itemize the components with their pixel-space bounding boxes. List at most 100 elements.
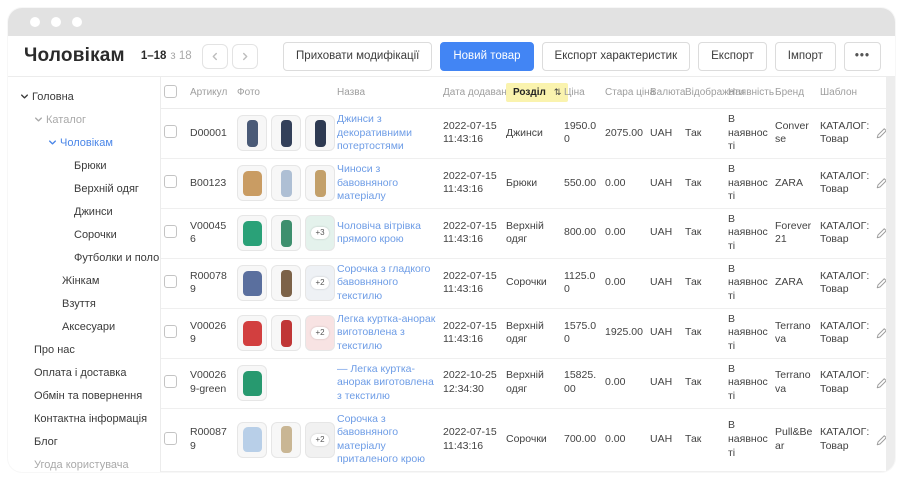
more-button[interactable]: ••• [844,42,881,71]
sidebar-item-брюки[interactable]: Брюки [8,154,160,177]
sidebar-item-футболки-и-поло[interactable]: Футболки и поло [8,246,160,269]
cell-value-currency: UAH [650,276,672,288]
photo-thumbnail[interactable]: +2 [305,315,335,351]
cell-sku: R000879 [187,408,234,472]
photo-thumbnail[interactable] [237,422,267,458]
sidebar-item-сорочки[interactable]: Сорочки [8,223,160,246]
cell-display: Так [682,258,725,308]
window-control-icon[interactable] [30,17,40,27]
cell-value-price: 15825.00 [564,369,596,395]
edit-button[interactable] [876,126,886,140]
photo-thumbnail[interactable]: +2 [305,265,335,301]
select-all-checkbox[interactable] [164,85,177,98]
model-photo [315,120,326,147]
product-name-link[interactable]: Сорочка з гладкого бавовняного текстилю [337,263,437,304]
hide-modifications-button[interactable]: Приховати модифікації [283,42,432,71]
product-name-link[interactable]: — Легка куртка-анорак виготовлена з текс… [337,363,437,404]
product-name-link[interactable]: Чоловіча вітрівка прямого крою [337,220,437,247]
photo-thumbnail[interactable] [271,115,301,151]
cell-date: 2022-07-15 11:43:16 [440,308,503,358]
sidebar-item-жінкам[interactable]: Жінкам [8,269,160,292]
window-control-icon[interactable] [51,17,61,27]
cell-value-currency: UAH [650,376,672,388]
photo-thumbnail[interactable] [271,165,301,201]
sort-icon[interactable]: ⇅ [554,88,562,97]
window-control-icon[interactable] [72,17,82,27]
photo-thumbnail[interactable]: +3 [305,215,335,251]
row-checkbox[interactable] [164,325,177,338]
cell-brand: Converse [772,109,817,159]
sidebar-item-джинси[interactable]: Джинси [8,200,160,223]
table-scrollbar[interactable] [886,77,895,472]
photo-thumbnail[interactable] [271,422,301,458]
photo-thumbnail[interactable] [237,115,267,151]
edit-button[interactable] [876,226,886,240]
export-characteristics-button[interactable]: Експорт характеристик [542,42,691,71]
cell-photo: +2 [234,258,334,308]
edit-button[interactable] [876,176,886,190]
column-header-brand: Бренд [772,77,817,109]
sidebar-item-взуття[interactable]: Взуття [8,292,160,315]
photo-thumbnail[interactable] [271,315,301,351]
photo-thumbnail[interactable] [271,215,301,251]
model-photo [247,120,258,147]
next-page-button[interactable] [232,44,258,69]
photo-thumbnail[interactable] [237,315,267,351]
sidebar-item-угода-користувача[interactable]: Угода користувача [8,453,160,472]
cell-actions [873,258,886,308]
import-button[interactable]: Імпорт [775,42,836,71]
edit-button[interactable] [876,276,886,290]
sidebar-item-чоловікам[interactable]: Чоловікам [8,131,160,154]
photo-thumbnail[interactable]: +2 [305,422,335,458]
sidebar-item-блог[interactable]: Блог [8,430,160,453]
cell-currency: UAH [647,109,682,159]
product-name-link[interactable]: Чиноси з бавовняного матеріалу [337,163,437,204]
photo-thumbnail[interactable] [237,265,267,301]
prev-page-button[interactable] [202,44,228,69]
photo-thumbnail[interactable] [305,115,335,151]
sidebar-item-аксесуари[interactable]: Аксесуари [8,315,160,338]
edit-button[interactable] [876,326,886,340]
column-header-template: Шаблон [817,77,873,109]
photo-thumbnail[interactable] [305,165,335,201]
row-checkbox[interactable] [164,225,177,238]
sidebar-item-обмін-та-повернення[interactable]: Обмін та повернення [8,384,160,407]
row-checkbox[interactable] [164,125,177,138]
sidebar-item-оплата-і-доставка[interactable]: Оплата і доставка [8,361,160,384]
cell-value-display: Так [685,226,701,238]
cell-value-section: Брюки [506,177,537,189]
model-photo [281,320,292,347]
cell-value-display: Так [685,376,701,388]
photo-thumbnail[interactable] [237,165,267,201]
cell-select [161,308,187,358]
photo-thumbnail[interactable] [237,365,267,401]
cell-value-price: 1125.00 [564,270,595,296]
product-name-link[interactable]: Джинси з декоративними потертостями [337,113,437,154]
photo-thumbnail[interactable] [237,215,267,251]
cell-actions [873,109,886,159]
edit-button[interactable] [876,376,886,390]
cell-value-availability: В наявності [728,363,768,402]
cell-date: 2022-07-15 11:43:16 [440,408,503,472]
new-product-button[interactable]: Новий товар [440,42,533,71]
table-row: V000456+3Чоловіча вітрівка прямого крою2… [161,208,886,258]
export-button[interactable]: Експорт [698,42,767,71]
row-checkbox[interactable] [164,275,177,288]
sidebar-item-контактна-інформація[interactable]: Контактна інформація [8,407,160,430]
cell-brand: ZARA [772,158,817,208]
sorted-column-chip: Розділ⇅ [506,83,568,102]
product-name-link[interactable]: Сорочка з бавовняного матеріалу притален… [337,413,437,468]
product-name-link[interactable]: Легка куртка-анорак виготовлена з тексти… [337,313,437,354]
cell-value-brand: Forever 21 [775,220,811,246]
sidebar-item-верхній-одяг[interactable]: Верхній одяг [8,177,160,200]
sidebar-item-головна[interactable]: Головна [8,85,160,108]
sidebar-item-про-нас[interactable]: Про нас [8,338,160,361]
row-checkbox[interactable] [164,375,177,388]
cell-display: Так [682,358,725,408]
edit-button[interactable] [876,433,886,447]
photo-thumbnail[interactable] [271,265,301,301]
row-checkbox[interactable] [164,175,177,188]
table-row: V000269-green— Легка куртка-анорак вигот… [161,358,886,408]
row-checkbox[interactable] [164,432,177,445]
sidebar-item-каталог[interactable]: Каталог [8,108,160,131]
